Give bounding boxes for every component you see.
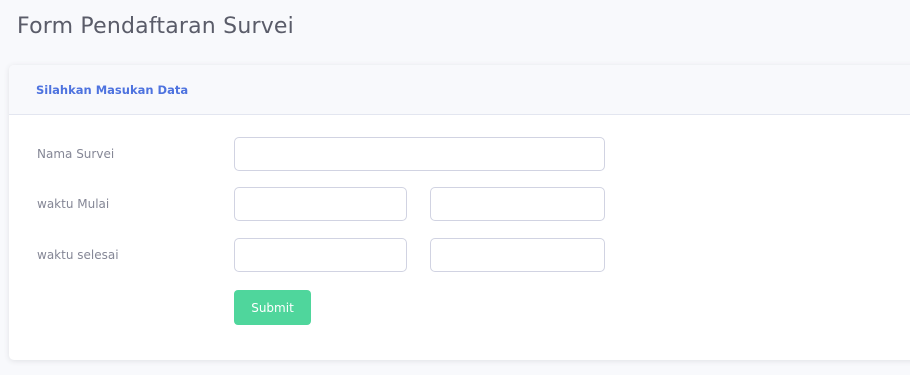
page-title: Form Pendaftaran Survei bbox=[17, 14, 294, 39]
waktu-mulai-date-input[interactable] bbox=[234, 187, 407, 221]
submit-button[interactable]: Submit bbox=[234, 290, 311, 325]
waktu-selesai-date-input[interactable] bbox=[234, 238, 407, 272]
waktu-mulai-time-input[interactable] bbox=[430, 187, 605, 221]
waktu-mulai-label: waktu Mulai bbox=[37, 197, 110, 211]
waktu-selesai-time-input[interactable] bbox=[430, 238, 605, 272]
nama-survei-label: Nama Survei bbox=[37, 147, 115, 161]
card-header: Silahkan Masukan Data bbox=[9, 65, 910, 115]
survey-form-card: Silahkan Masukan Data Nama Survei waktu … bbox=[9, 65, 910, 360]
card-header-title: Silahkan Masukan Data bbox=[36, 83, 189, 97]
nama-survei-input[interactable] bbox=[234, 137, 605, 171]
waktu-selesai-label: waktu selesai bbox=[37, 248, 119, 262]
